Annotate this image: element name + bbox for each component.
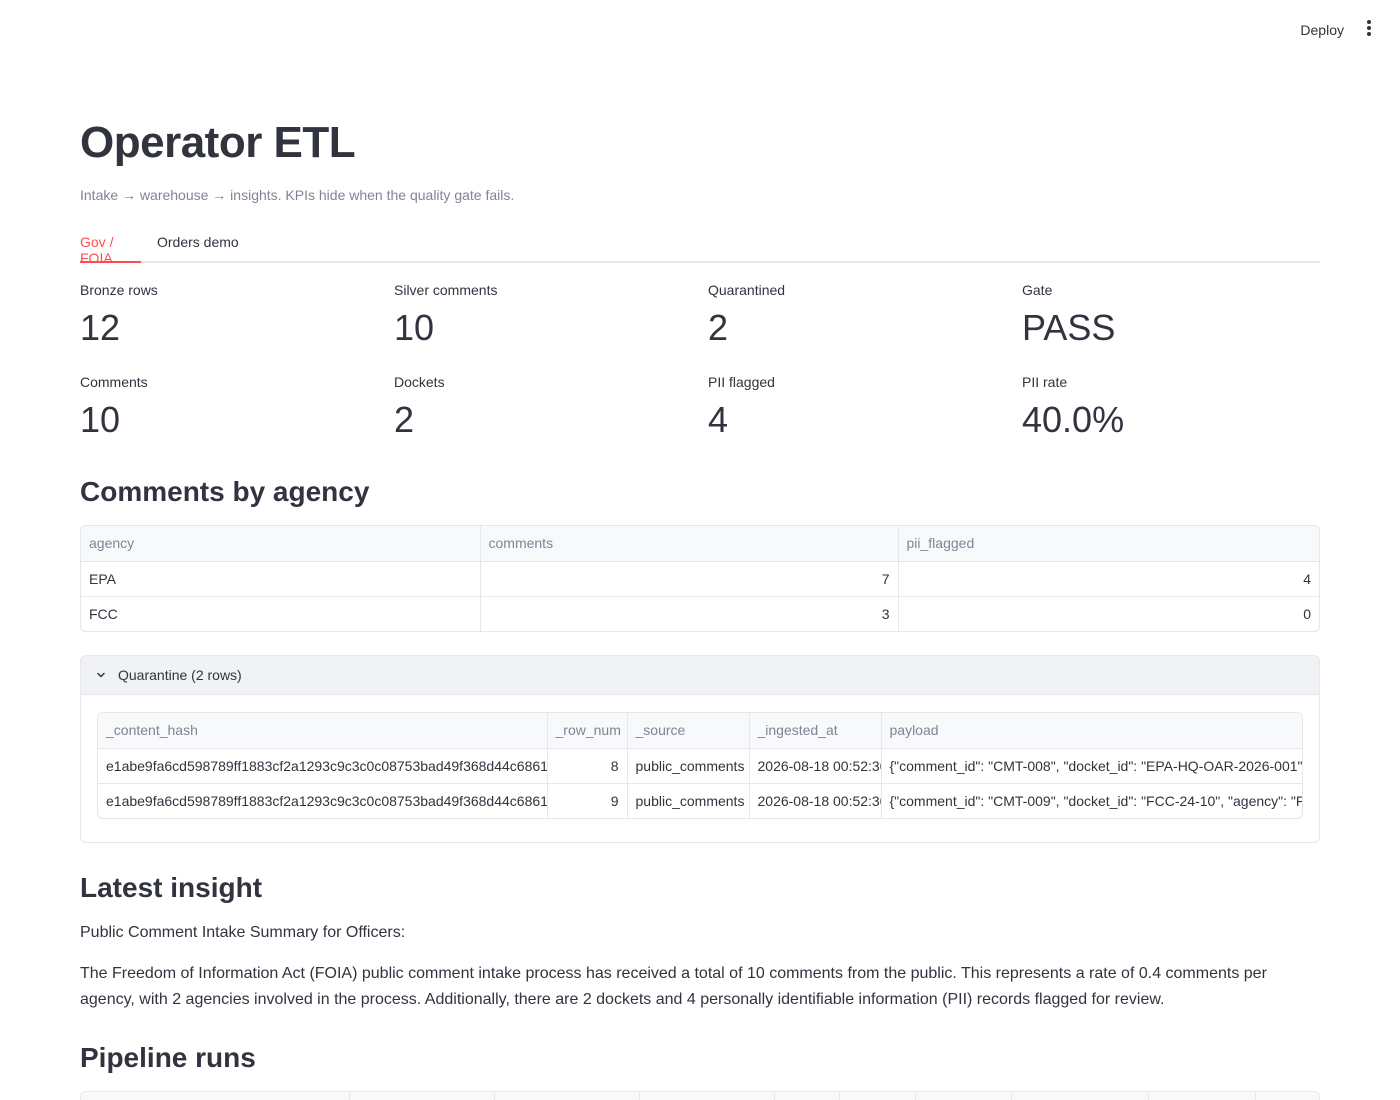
column-divider [839,1092,840,1100]
metric-label: Silver comments [394,282,694,302]
metric-value: 2 [708,306,1008,350]
deploy-button[interactable]: Deploy [1300,19,1344,41]
metric-label: Dockets [394,374,694,394]
table-cell[interactable]: public_comments [627,748,749,783]
table-row: FCC 3 0 [81,596,1319,631]
metric-gate: Gate PASS [1022,282,1322,350]
column-header[interactable]: agency [81,526,480,561]
table-row: e1abe9fa6cd598789ff1883cf2a1293c9c3c0c08… [98,783,1303,818]
metric-label: Gate [1022,282,1322,302]
table-cell[interactable]: 0 [898,596,1319,631]
metric-label: PII flagged [708,374,1008,394]
table-header-row: agency comments pii_flagged [81,526,1319,561]
section-heading-agency: Comments by agency [80,476,369,508]
tab-orders-demo[interactable]: Orders demo [157,234,239,263]
column-header[interactable]: comments [480,526,898,561]
tab-gov-foia[interactable]: Gov / FOIA [80,234,141,263]
quarantine-expander-header[interactable]: Quarantine (2 rows) [81,656,1319,695]
insight-intro: Public Comment Intake Summary for Office… [80,920,1320,946]
column-divider [915,1092,916,1100]
chevron-down-icon [96,670,106,680]
metric-label: Bronze rows [80,282,380,302]
agency-table[interactable]: agency comments pii_flagged EPA 7 4 FCC … [80,525,1320,632]
page-title: Operator ETL [80,118,355,168]
metric-value: 10 [394,306,694,350]
quarantine-expander-title: Quarantine (2 rows) [118,667,242,683]
metric-label: PII rate [1022,374,1322,394]
metric-pii-flagged: PII flagged 4 [708,374,1008,442]
table-cell[interactable]: public_comments [627,783,749,818]
table-cell[interactable]: 2026-08-18 00:52:30 [749,783,881,818]
column-header[interactable]: _row_num [547,713,627,748]
pipeline-runs-table[interactable] [80,1091,1320,1100]
table-cell[interactable]: EPA [81,561,480,596]
metric-value: 4 [708,398,1008,442]
column-divider [1148,1092,1149,1100]
quarantine-table[interactable]: _content_hash _row_num _source _ingested… [97,712,1303,819]
app-toolbar: Deploy [0,0,1400,60]
metric-label: Quarantined [708,282,1008,302]
metric-pii-rate: PII rate 40.0% [1022,374,1322,442]
column-divider [1011,1092,1012,1100]
section-heading-insight: Latest insight [80,872,262,904]
metric-value: 2 [394,398,694,442]
section-heading-runs: Pipeline runs [80,1042,256,1074]
table-cell[interactable]: 9 [547,783,627,818]
table-header-row: _content_hash _row_num _source _ingested… [98,713,1303,748]
column-divider [639,1092,640,1100]
metric-silver-comments: Silver comments 10 [394,282,694,350]
column-header[interactable]: pii_flagged [898,526,1319,561]
column-divider [774,1092,775,1100]
metric-quarantined: Quarantined 2 [708,282,1008,350]
column-divider [349,1092,350,1100]
quarantine-expander: Quarantine (2 rows) _content_hash _row_n… [80,655,1320,843]
column-header[interactable]: _ingested_at [749,713,881,748]
table-cell[interactable]: 7 [480,561,898,596]
metric-label: Comments [80,374,380,394]
table-row: e1abe9fa6cd598789ff1883cf2a1293c9c3c0c08… [98,748,1303,783]
column-divider [494,1092,495,1100]
table-cell[interactable]: e1abe9fa6cd598789ff1883cf2a1293c9c3c0c08… [98,748,547,783]
table-cell[interactable]: e1abe9fa6cd598789ff1883cf2a1293c9c3c0c08… [98,783,547,818]
metric-value: 12 [80,306,380,350]
insight-body: The Freedom of Information Act (FOIA) pu… [80,961,1320,1013]
table-cell[interactable]: {"comment_id": "CMT-009", "docket_id": "… [881,783,1303,818]
metric-value: 10 [80,398,380,442]
table-cell[interactable]: 2026-08-18 00:52:30 [749,748,881,783]
table-cell[interactable]: 8 [547,748,627,783]
table-cell[interactable]: FCC [81,596,480,631]
column-divider [1255,1092,1256,1100]
table-cell[interactable]: {"comment_id": "CMT-008", "docket_id": "… [881,748,1303,783]
metric-comments: Comments 10 [80,374,380,442]
more-vertical-icon[interactable] [1365,20,1373,40]
table-row: EPA 7 4 [81,561,1319,596]
column-header[interactable]: payload [881,713,1303,748]
tab-bar: Gov / FOIA Orders demo [80,230,1320,263]
metric-dockets: Dockets 2 [394,374,694,442]
page-caption: Intake → warehouse → insights. KPIs hide… [80,187,514,203]
column-header[interactable]: _source [627,713,749,748]
metric-value: PASS [1022,306,1322,350]
column-header[interactable]: _content_hash [98,713,547,748]
metric-value: 40.0% [1022,398,1322,442]
table-cell[interactable]: 4 [898,561,1319,596]
table-cell[interactable]: 3 [480,596,898,631]
metric-bronze-rows: Bronze rows 12 [80,282,380,350]
